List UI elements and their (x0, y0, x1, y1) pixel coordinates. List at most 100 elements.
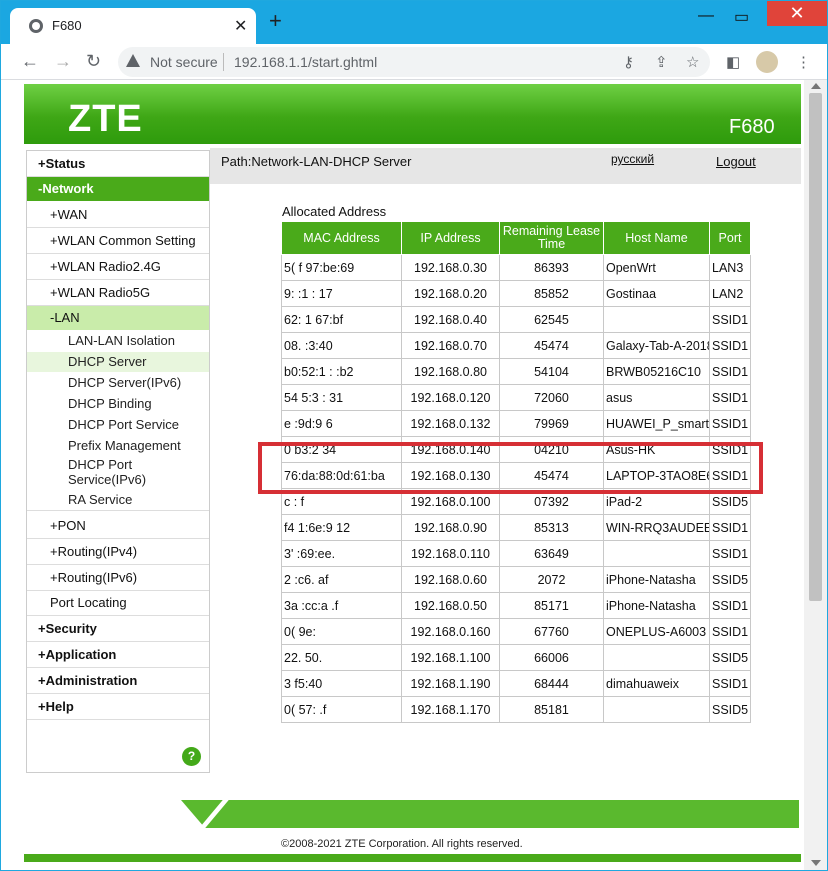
address-bar[interactable]: Not secure 192.168.1.1/start.ghtml ⚷ ⇪ ☆ (118, 47, 710, 77)
host-cell: ONEPLUS-A6003 (603, 618, 710, 645)
menu-wan[interactable]: +WAN (27, 202, 209, 228)
sidepanel-icon[interactable]: ◧ (726, 53, 740, 71)
menu-ra-service[interactable]: RA Service (27, 490, 209, 511)
host-cell: Galaxy-Tab-A-2018 (603, 332, 710, 359)
scroll-up-icon[interactable] (811, 83, 821, 89)
mac-cell: 5( f 97:be:69 (281, 254, 402, 281)
menu-lan-isolation[interactable]: LAN-LAN Isolation (27, 331, 209, 351)
menu-wlan-5[interactable]: +WLAN Radio5G (27, 280, 209, 306)
menu-port-locating[interactable]: Port Locating (27, 591, 209, 616)
share-icon[interactable]: ⇪ (655, 53, 668, 71)
port-cell: SSID1 (709, 332, 751, 359)
menu-dhcp-port-service[interactable]: DHCP Port Service (27, 415, 209, 435)
menu-administration[interactable]: +Administration (27, 668, 209, 694)
forward-icon[interactable]: → (54, 51, 72, 72)
footer-stripe (181, 800, 799, 828)
scroll-down-icon[interactable] (811, 860, 821, 866)
avatar[interactable] (756, 51, 778, 73)
highlight-box (258, 442, 763, 494)
url-text[interactable]: 192.168.1.1/start.ghtml (234, 54, 377, 70)
menu-prefix-management[interactable]: Prefix Management (27, 436, 209, 456)
ip-cell: 192.168.0.120 (401, 384, 500, 411)
port-cell: SSID1 (709, 618, 751, 645)
menu-routing-ipv4[interactable]: +Routing(IPv4) (27, 539, 209, 565)
ip-cell: 192.168.1.190 (401, 670, 500, 697)
host-cell: asus (603, 384, 710, 411)
menu-dhcp-binding[interactable]: DHCP Binding (27, 394, 209, 414)
key-icon[interactable]: ⚷ (623, 53, 634, 71)
mac-cell: e :9d:9 6 (281, 410, 402, 437)
menu-routing-ipv6[interactable]: +Routing(IPv6) (27, 565, 209, 591)
menu-application[interactable]: +Application (27, 642, 209, 668)
port-cell: SSID1 (709, 410, 751, 437)
breadcrumb: Path:Network-LAN-DHCP Server (221, 154, 412, 169)
table-row: e :9d:9 6 192.168.0.132 79969 HUAWEI_P_smar… (281, 410, 751, 437)
table-row: 22. 50. 192.168.1.100 66006 SSID5 (281, 644, 751, 671)
zte-logo: ZTE (68, 98, 143, 140)
host-cell (603, 644, 710, 671)
table-caption: Allocated Address (282, 204, 387, 219)
maximize-icon[interactable]: ▭ (734, 7, 749, 27)
host-cell: HUAWEI_P_smart (603, 410, 710, 437)
ip-cell: 192.168.0.132 (401, 410, 500, 437)
table-row: 5( f 97:be:69 192.168.0.30 86393 OpenWrt LAN… (281, 254, 751, 281)
menu-dhcp-server[interactable]: DHCP Server (27, 352, 209, 372)
table-row: 2 :c6. af 192.168.0.60 2072 iPhone-Natasha S… (281, 566, 751, 593)
port-cell: SSID5 (709, 566, 751, 593)
port-cell: SSID1 (709, 384, 751, 411)
new-tab-button[interactable]: + (269, 10, 282, 32)
lease-cell: 68444 (499, 670, 604, 697)
menu-lan[interactable]: -LAN (27, 306, 209, 330)
browser-tab[interactable]: F680 ✕ (10, 8, 256, 44)
table-row: 3' :69:ee. 192.168.0.110 63649 SSID1 (281, 540, 751, 567)
ip-cell: 192.168.0.80 (401, 358, 500, 385)
ip-cell: 192.168.0.70 (401, 332, 500, 359)
menu-help[interactable]: +Help (27, 694, 209, 720)
tab-close-icon[interactable]: ✕ (234, 16, 247, 36)
host-cell (603, 696, 710, 723)
table-header-row: MAC Address IP Address Remaining Lease T… (281, 221, 751, 255)
menu-wlan-24[interactable]: +WLAN Radio2.4G (27, 254, 209, 280)
mac-cell: 3 f5:40 (281, 670, 402, 697)
path-bar: Path:Network-LAN-DHCP Server русский Log… (210, 148, 801, 184)
scroll-thumb[interactable] (809, 93, 822, 601)
star-icon[interactable]: ☆ (686, 53, 699, 71)
window-close-icon[interactable]: ✕ (767, 1, 827, 26)
menu-icon[interactable]: ⋮ (796, 53, 811, 71)
menu-status[interactable]: +Status (27, 151, 209, 177)
security-label[interactable]: Not secure (150, 54, 218, 70)
help-icon[interactable]: ? (182, 747, 201, 766)
menu-security[interactable]: +Security (27, 616, 209, 642)
menu-pon[interactable]: +PON (27, 513, 209, 539)
lease-cell: 79969 (499, 410, 604, 437)
mac-cell: 54 5:3 : 31 (281, 384, 402, 411)
host-cell: Gostinaa (603, 280, 710, 307)
scrollbar[interactable] (804, 80, 827, 870)
table-row: 08. :3:40 192.168.0.70 45474 Galaxy-Tab-A-2… (281, 332, 751, 359)
host-cell: iPhone-Natasha (603, 566, 710, 593)
table-row: 0( 9e: 192.168.0.160 67760 ONEPLUS-A6003 SS… (281, 618, 751, 645)
ip-cell: 192.168.0.40 (401, 306, 500, 333)
warning-icon (126, 54, 140, 67)
reload-icon[interactable]: ↻ (86, 51, 101, 72)
browser-window: F680 ✕ + — ▭ ✕ ← → ↻ Not secure 192.168.… (1, 1, 827, 870)
menu-wlan-common[interactable]: +WLAN Common Setting (27, 228, 209, 254)
mac-cell: 0( 57: .f (281, 696, 402, 723)
menu-network[interactable]: -Network (27, 177, 209, 201)
table-row: 62: 1 67:bf 192.168.0.40 62545 SSID1 (281, 306, 751, 333)
minimize-icon[interactable]: — (698, 7, 714, 25)
language-link[interactable]: русский (611, 152, 654, 166)
port-cell: SSID5 (709, 696, 751, 723)
host-cell: iPhone-Natasha (603, 592, 710, 619)
port-cell: LAN3 (709, 254, 751, 281)
logout-link[interactable]: Logout (716, 154, 756, 169)
menu-dhcp-port-service-ipv6[interactable]: DHCP Port Service(IPv6) (27, 457, 168, 489)
menu-dhcp-server-ipv6[interactable]: DHCP Server(IPv6) (27, 373, 209, 393)
col-mac: MAC Address (281, 221, 402, 255)
col-ip: IP Address (401, 221, 500, 255)
mac-cell: 08. :3:40 (281, 332, 402, 359)
back-icon[interactable]: ← (21, 51, 39, 72)
ip-cell: 192.168.1.100 (401, 644, 500, 671)
lease-cell: 62545 (499, 306, 604, 333)
mac-cell: 62: 1 67:bf (281, 306, 402, 333)
